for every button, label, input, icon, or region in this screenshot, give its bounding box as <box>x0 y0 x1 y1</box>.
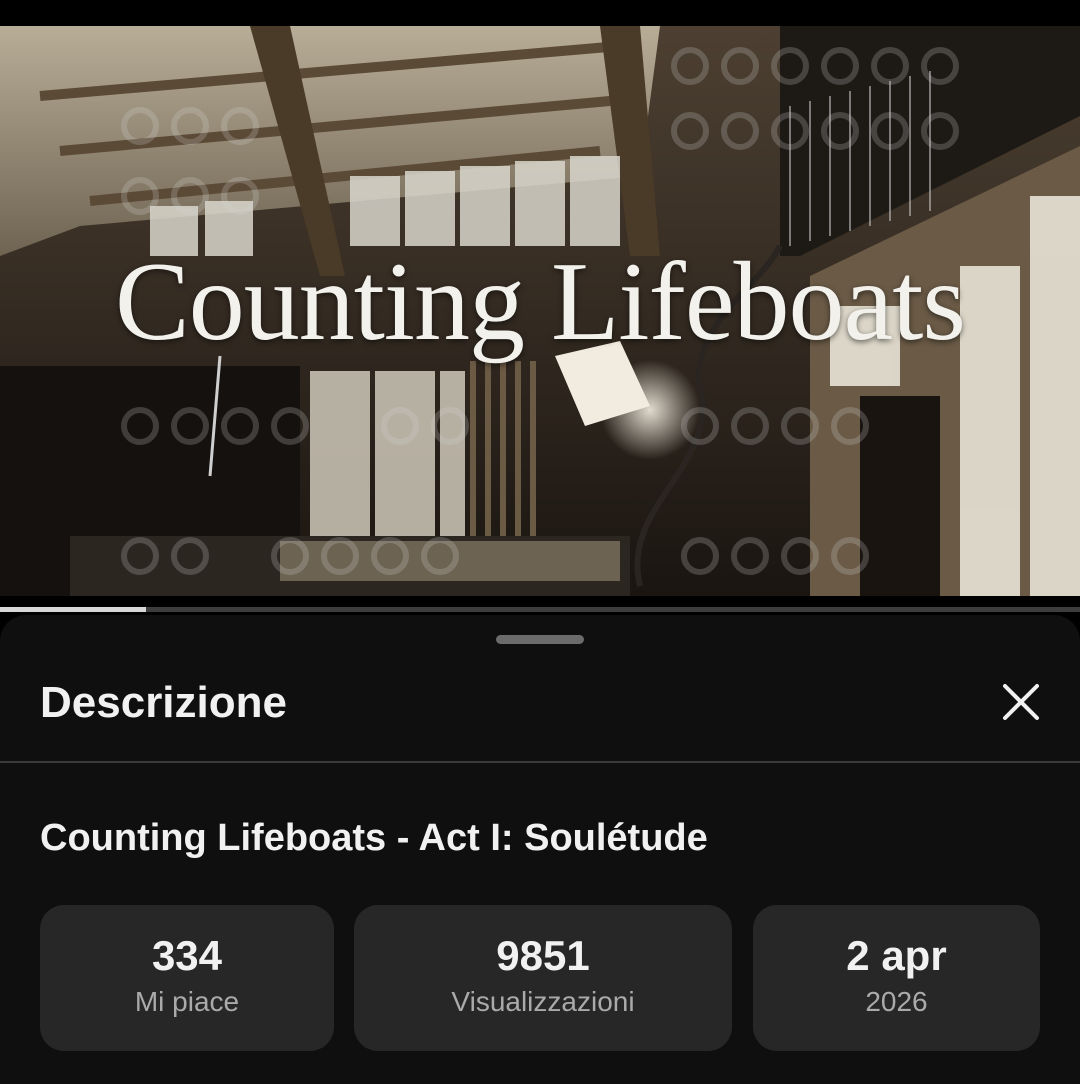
views-stat: 9851 Visualizzazioni <box>354 905 732 1051</box>
views-count: 9851 <box>496 932 590 979</box>
likes-stat: 334 Mi piace <box>40 905 334 1051</box>
description-panel: Descrizione Counting Lifeboats - Act I: … <box>0 615 1080 1084</box>
date-stat: 2 apr 2026 <box>753 905 1040 1051</box>
status-bar-area <box>0 0 1080 26</box>
video-overlay-title: Counting Lifeboats <box>115 240 966 364</box>
likes-label: Mi piace <box>134 986 240 1017</box>
video-player[interactable]: Counting Lifeboats <box>0 26 1080 596</box>
upload-date: 2 apr <box>846 932 947 979</box>
drag-handle[interactable] <box>496 635 584 644</box>
close-button[interactable] <box>990 671 1052 733</box>
video-progress-bar[interactable] <box>0 607 1080 612</box>
header-divider <box>0 761 1080 763</box>
upload-year: 2026 <box>865 986 928 1017</box>
panel-title: Descrizione <box>40 678 287 727</box>
likes-count: 334 <box>151 932 223 979</box>
video-title: Counting Lifeboats - Act I: Soulétude <box>40 817 708 859</box>
video-progress-fill <box>0 607 146 612</box>
close-icon <box>1003 684 1039 720</box>
views-label: Visualizzazioni <box>451 986 635 1017</box>
